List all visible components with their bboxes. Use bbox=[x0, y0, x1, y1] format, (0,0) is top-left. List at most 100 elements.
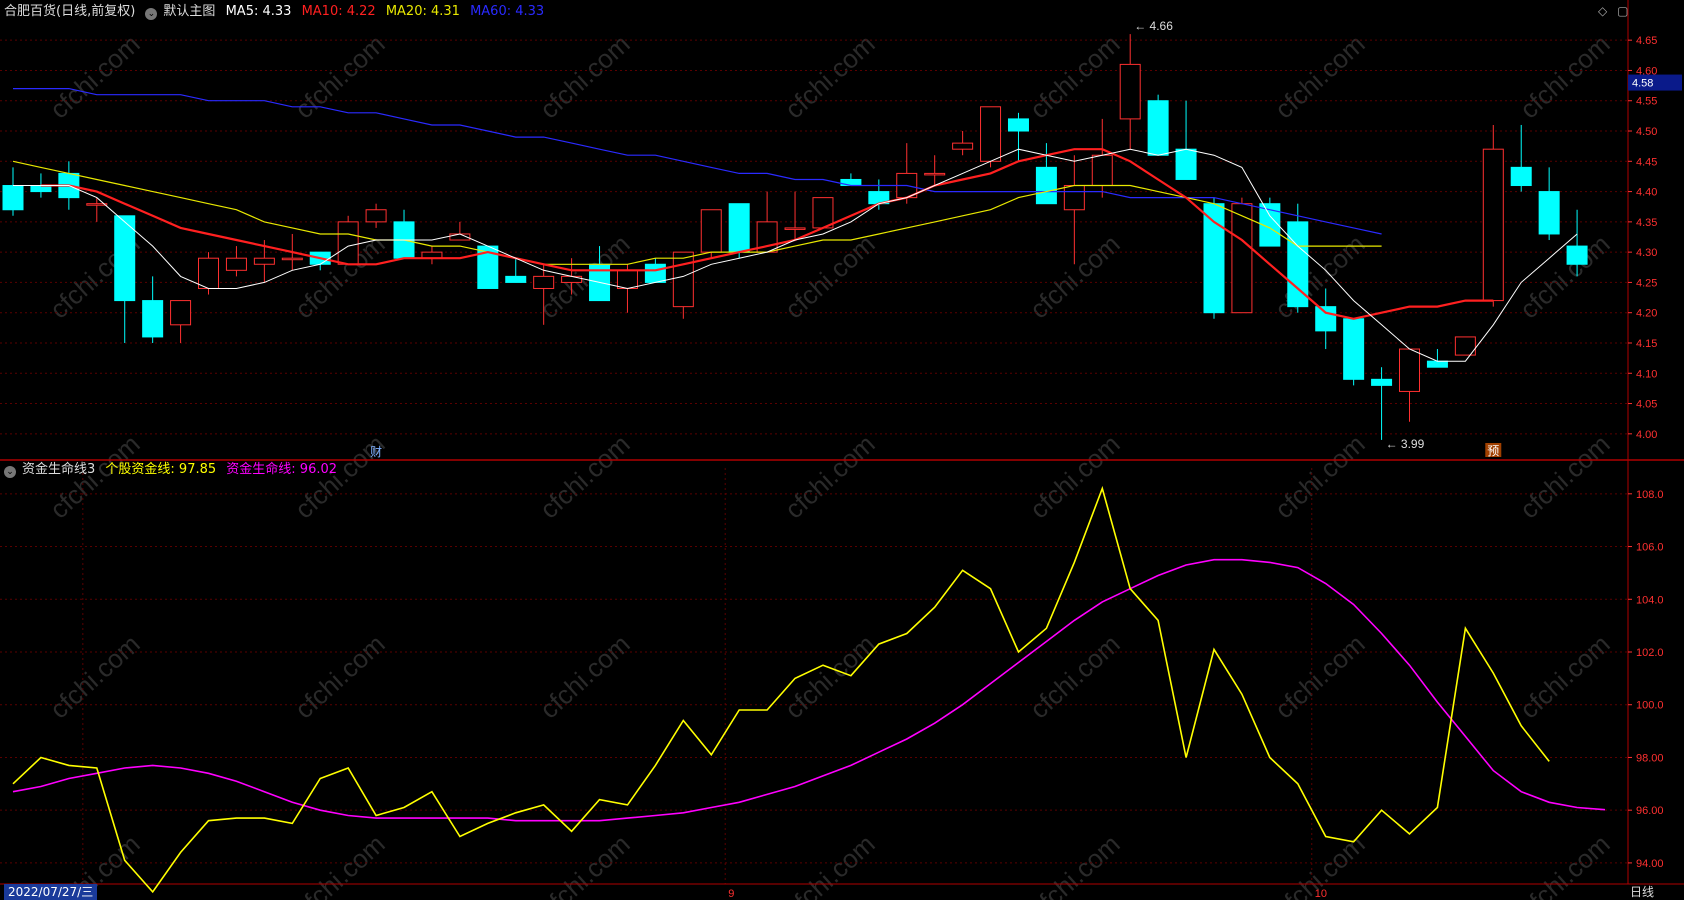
candle-down bbox=[1203, 203, 1225, 314]
candle-down bbox=[1175, 148, 1197, 180]
indicator-name[interactable]: 资金生命线3 bbox=[22, 462, 95, 477]
high-label: ← 4.66 bbox=[1134, 19, 1173, 33]
watermark-text: cfchi.com bbox=[1514, 29, 1616, 125]
ma60-label: MA60: 4.33 bbox=[470, 4, 545, 19]
watermark-text: cfchi.com bbox=[779, 29, 881, 125]
candle-down bbox=[1035, 166, 1057, 205]
candle-up bbox=[198, 257, 220, 289]
candle-up bbox=[365, 209, 387, 223]
main-tick-label: 4.35 bbox=[1636, 217, 1657, 229]
fund-life-line-label: 资金生命线: 96.02 bbox=[226, 462, 338, 477]
candle-up bbox=[784, 227, 806, 230]
candle-up bbox=[281, 257, 303, 261]
watermark-text: cfchi.com bbox=[44, 629, 146, 725]
main-tick-label: 4.55 bbox=[1636, 96, 1657, 108]
price-tag-label: 4.58 bbox=[1632, 78, 1653, 90]
top-right-controls: ◇ ▢ bbox=[1598, 4, 1628, 18]
candle-up bbox=[253, 257, 275, 265]
watermark-text: cfchi.com bbox=[779, 829, 881, 900]
sub-tick-label: 104.0 bbox=[1636, 594, 1664, 606]
watermark-text: cfchi.com bbox=[779, 629, 881, 725]
watermark-text: cfchi.com bbox=[1024, 429, 1126, 525]
watermark-text: cfchi.com bbox=[779, 429, 881, 525]
main-tick-label: 4.10 bbox=[1636, 368, 1657, 380]
candle-up bbox=[700, 209, 722, 253]
candle-down bbox=[1566, 245, 1588, 265]
candle-up bbox=[812, 197, 834, 229]
main-tick-label: 4.65 bbox=[1636, 35, 1657, 47]
candle-down bbox=[2, 185, 24, 211]
sub-tick-label: 108.0 bbox=[1636, 489, 1664, 501]
candle-up bbox=[952, 142, 974, 150]
main-tick-label: 4.50 bbox=[1636, 126, 1657, 138]
candle-down bbox=[1315, 306, 1337, 332]
candle-up bbox=[1482, 148, 1504, 302]
chevron-down-icon[interactable]: ⌄ bbox=[4, 466, 16, 478]
main-tick-label: 4.25 bbox=[1636, 277, 1657, 289]
candle-down bbox=[728, 203, 750, 253]
candle-up bbox=[672, 251, 694, 308]
watermark-text: cfchi.com bbox=[1024, 29, 1126, 125]
candle-up bbox=[924, 172, 946, 176]
sub-tick-label: 98.00 bbox=[1636, 752, 1664, 764]
candle-down bbox=[1371, 378, 1393, 386]
yu-mark: 预 bbox=[1487, 444, 1499, 458]
ma20-label: MA20: 4.31 bbox=[385, 4, 460, 19]
main-header: 合肥百货(日线,前复权) ⌄ 默认主图 MA5: 4.33 MA10: 4.22 … bbox=[4, 4, 550, 20]
sub-tick-label: 96.00 bbox=[1636, 805, 1664, 817]
period-label[interactable]: 日线 bbox=[1630, 884, 1654, 900]
chevron-down-icon[interactable]: ⌄ bbox=[145, 8, 158, 20]
main-chart-label[interactable]: 默认主图 bbox=[163, 4, 215, 19]
watermark-text: cfchi.com bbox=[1514, 229, 1616, 325]
candle-up bbox=[337, 221, 359, 265]
main-tick-label: 4.15 bbox=[1636, 338, 1657, 350]
candle-down bbox=[840, 178, 862, 187]
window-icon[interactable]: ▢ bbox=[1617, 4, 1628, 18]
sub-tick-label: 106.0 bbox=[1636, 542, 1664, 554]
main-tick-label: 4.40 bbox=[1636, 187, 1657, 199]
watermark-text: cfchi.com bbox=[44, 29, 146, 125]
month-label: 9 bbox=[728, 888, 734, 900]
stock-fund-line-label: 个股资金线: 97.85 bbox=[105, 462, 217, 477]
candle-up bbox=[1091, 154, 1113, 187]
candle-up bbox=[1399, 348, 1420, 392]
stock-title[interactable]: 合肥百货(日线,前复权) bbox=[4, 4, 135, 19]
watermark-text: cfchi.com bbox=[289, 629, 391, 725]
sub-tick-label: 94.00 bbox=[1636, 858, 1664, 870]
candle-up bbox=[1119, 63, 1141, 120]
indicator-header: ⌄ 资金生命线3 个股资金线: 97.85 资金生命线: 96.02 bbox=[4, 462, 343, 478]
low-label: ← 3.99 bbox=[1386, 437, 1425, 451]
watermark-text: cfchi.com bbox=[289, 29, 391, 125]
candle-up bbox=[1231, 203, 1253, 314]
watermark-text: cfchi.com bbox=[779, 229, 881, 325]
sub-tick-label: 102.0 bbox=[1636, 647, 1664, 659]
watermark-text: cfchi.com bbox=[1269, 629, 1371, 725]
watermark-text: cfchi.com bbox=[1269, 429, 1371, 525]
main-tick-label: 4.45 bbox=[1636, 156, 1657, 168]
candle-down bbox=[1510, 166, 1532, 187]
watermark-text: cfchi.com bbox=[534, 629, 636, 725]
watermark-text: cfchi.com bbox=[1024, 829, 1126, 900]
main-tick-label: 4.00 bbox=[1636, 429, 1657, 441]
sub-tick-label: 100.0 bbox=[1636, 700, 1664, 712]
candle-up bbox=[533, 275, 555, 289]
watermark-text: cfchi.com bbox=[1514, 829, 1616, 900]
candle-down bbox=[644, 263, 666, 283]
watermark-text: cfchi.com bbox=[1514, 429, 1616, 525]
watermark-text: cfchi.com bbox=[534, 829, 636, 900]
candle-up bbox=[980, 106, 1002, 162]
watermark-text: cfchi.com bbox=[534, 429, 636, 525]
candle-up bbox=[225, 257, 247, 271]
main-tick-label: 4.20 bbox=[1636, 308, 1657, 320]
watermark-text: cfchi.com bbox=[1514, 629, 1616, 725]
candle-up bbox=[1063, 185, 1085, 211]
candle-down bbox=[1147, 100, 1169, 156]
candle-down bbox=[505, 275, 527, 283]
diamond-icon[interactable]: ◇ bbox=[1598, 4, 1607, 18]
candle-up bbox=[616, 269, 638, 289]
kline-chart: cfchi.com cfchi.com cfchi.com cfchi.com cfch… bbox=[0, 0, 1684, 900]
month-label: 10 bbox=[1315, 888, 1327, 900]
watermark-text: cfchi.com bbox=[534, 29, 636, 125]
main-tick-label: 4.30 bbox=[1636, 247, 1657, 259]
candle-down bbox=[1538, 191, 1560, 235]
